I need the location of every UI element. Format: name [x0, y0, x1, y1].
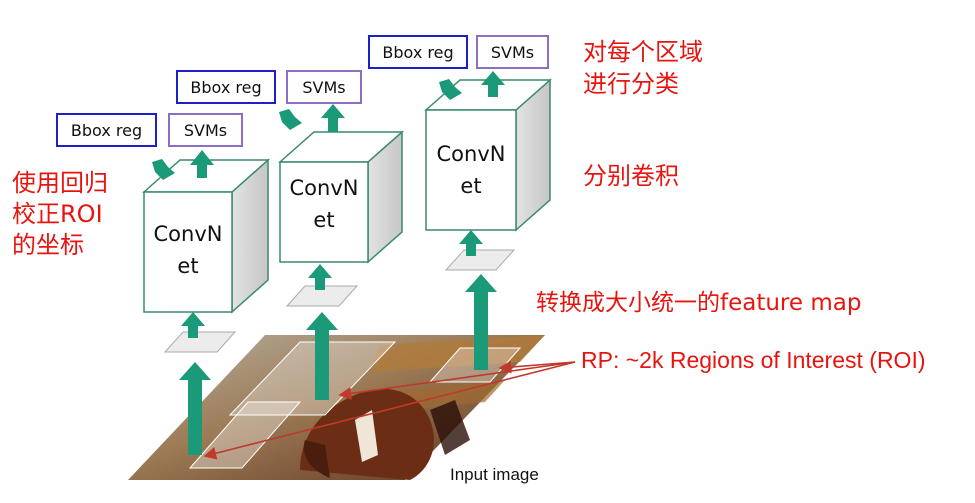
- rcnn-diagram: ConvN et ConvN et ConvN et Bbox reg SVMs…: [0, 0, 975, 503]
- warped-region: [444, 249, 516, 271]
- warped-region: [163, 331, 237, 353]
- bbox-regression-note: 使用回归 校正ROI 的坐标: [12, 168, 108, 261]
- note-line: 的坐标: [12, 231, 84, 259]
- conv-each-note: 分别卷积: [583, 162, 679, 190]
- note-line: 对每个区域: [583, 38, 703, 66]
- convnet-label-1: ConvN et: [144, 218, 232, 282]
- bbox-reg-box-3: Bbox reg: [368, 35, 468, 69]
- convnet-line2: et: [460, 174, 482, 198]
- warp-note: 转换成大小统一的feature map: [536, 290, 862, 316]
- svms-box-2: SVMs: [286, 70, 362, 104]
- note-line: 校正ROI: [12, 200, 103, 228]
- convnet-label-2: ConvN et: [280, 172, 368, 236]
- diag-arrow: [279, 109, 302, 130]
- convnet-line2: et: [177, 254, 199, 278]
- rp-note: RP: ~2k Regions of Interest (ROI): [581, 347, 926, 373]
- convnet-label-3: ConvN et: [426, 138, 516, 202]
- svms-box-3: SVMs: [476, 35, 549, 69]
- input-image-caption: Input image: [450, 465, 539, 484]
- convnet-line2: et: [313, 208, 335, 232]
- network-3: [424, 71, 552, 370]
- classification-note: 对每个区域 进行分类: [583, 36, 703, 100]
- convnet-line1: ConvN: [289, 176, 359, 200]
- bbox-reg-box-2: Bbox reg: [176, 70, 276, 104]
- up-arrow: [321, 104, 345, 132]
- convnet-line1: ConvN: [436, 142, 506, 166]
- convnet-line1: ConvN: [153, 222, 223, 246]
- note-line: 进行分类: [583, 70, 679, 98]
- svms-box-1: SVMs: [168, 113, 243, 147]
- note-line: 使用回归: [12, 169, 108, 197]
- bbox-reg-box-1: Bbox reg: [56, 113, 157, 147]
